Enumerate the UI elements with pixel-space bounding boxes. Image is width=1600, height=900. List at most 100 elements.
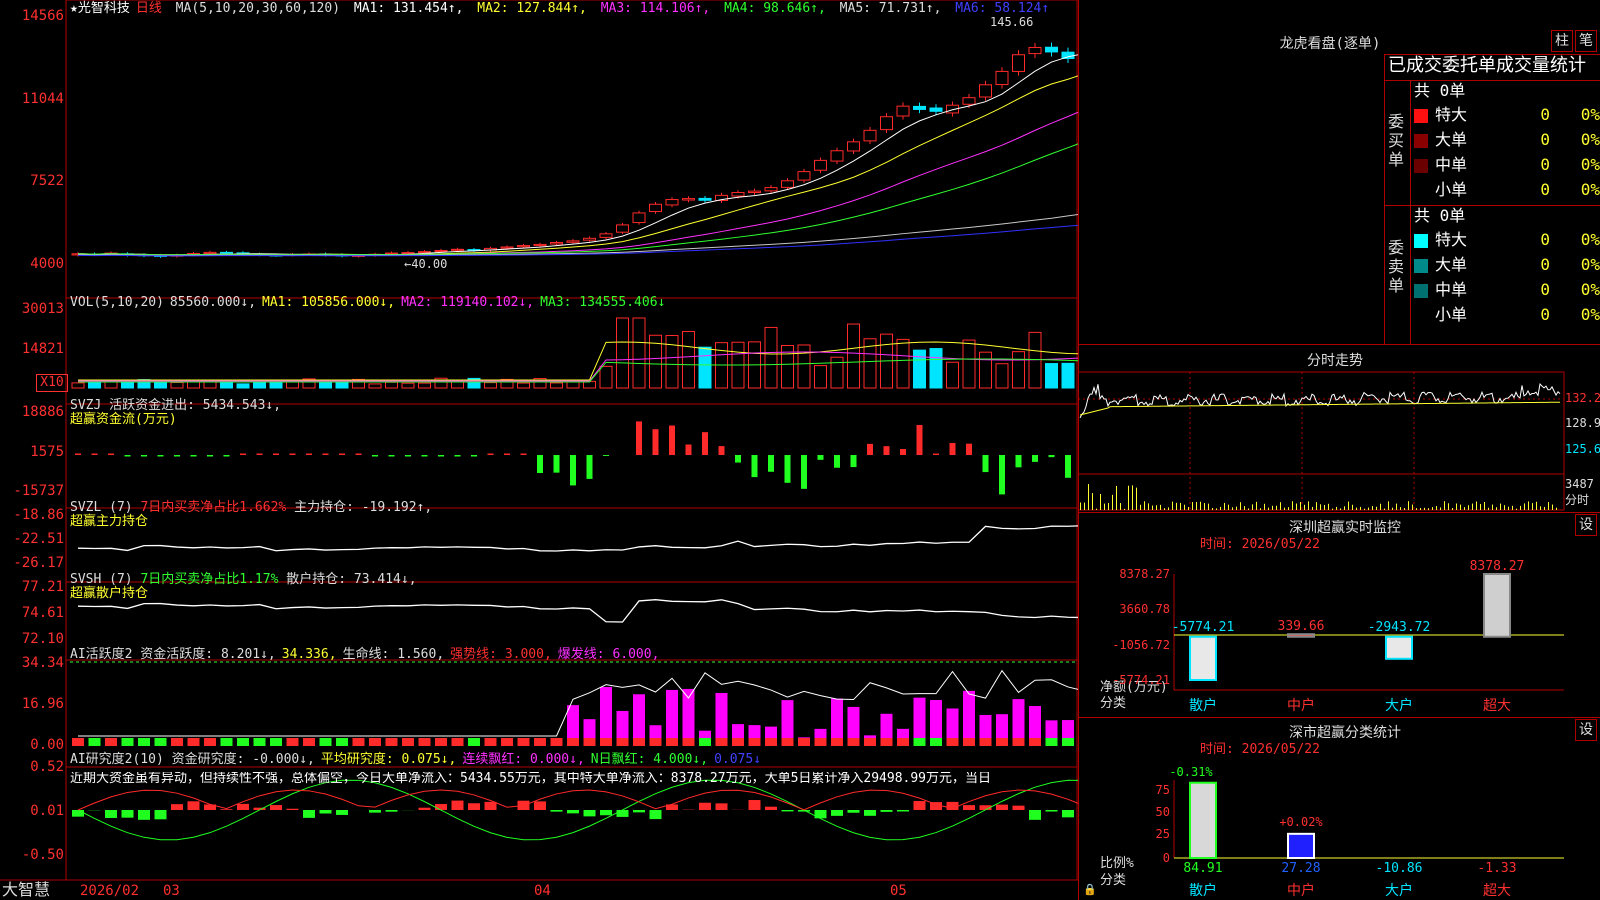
intraday-vol-unit: 分时 [1565,493,1590,507]
volume-bar [698,346,712,389]
svsh-value: 散户持仓: 73.414↓, [278,572,417,587]
svzj-bar [784,455,791,483]
svzl-subtitle: 超赢主力持仓 [70,514,149,529]
ai1-base-bar [897,738,909,746]
ai2-bar [765,806,777,810]
ai1-bar [616,710,629,738]
ai1-bar [880,713,893,738]
candle-body [599,233,613,238]
ai1-base-bar [765,738,777,746]
volume-bar [665,335,679,389]
ai1-bar [567,705,579,738]
candle-body [863,129,877,142]
ai1-base-bar [435,738,447,746]
panel-border [65,507,1078,583]
buy-row-count: 0 [1540,105,1550,124]
candle-body [896,105,910,117]
volume-bar [814,365,827,389]
lhb-side-border [1410,80,1411,344]
buy-total: 共 0单 [1414,81,1466,100]
candle-body [500,246,514,249]
volume-bar [385,381,398,389]
cls-settings-button[interactable]: 设 [1575,719,1597,741]
stock-name[interactable]: ★光智科技 [70,1,130,16]
ai1-bar [831,698,843,738]
ai1-base-bar [583,738,596,746]
ai2-title: AI研究度2(10) 资金研究度: -0.000↓, [70,752,315,767]
svzj-bar [405,455,411,457]
buy-side-label: 委买单 [1388,112,1405,169]
ai2-bar [121,810,134,818]
ai2-bar [1012,805,1025,810]
monitor-settings-button[interactable]: 设 [1575,514,1597,536]
cls-cat-label: 分类 [1100,873,1127,888]
ai1-base-bar [616,738,629,746]
volume-bar [830,356,844,389]
period-label[interactable]: 日线 [136,1,162,16]
ai1-base-bar [336,738,348,746]
ai1-base-bar [88,738,101,746]
y-tick-svzl-0: -18.86 [13,507,64,523]
candle-body [566,240,580,243]
ai2-bar [418,807,431,810]
ai2-bar [633,810,645,813]
ai1-base-bar [1045,738,1058,746]
svzj-bar [1065,455,1071,478]
ai1-bar [897,728,909,738]
candle-body [1028,46,1042,55]
cls-unit: 比例% [1100,856,1134,871]
svzj-bar [355,453,362,455]
ai2-bar [105,810,117,818]
ai1-base-bar [204,738,216,746]
svzj-bar [949,442,956,455]
ai1-bar [732,724,744,738]
ai1-base-bar [600,738,612,746]
ai1-bar [600,686,612,738]
svzj-bar [207,455,213,457]
sell-xl-swatch [1414,234,1428,248]
ai2-line-red [77,789,1078,811]
vol-unit-badge: X10 [36,374,68,392]
ai2-bar [963,805,975,810]
volume-bar [1061,362,1075,389]
column-mode-button[interactable]: 柱 [1551,30,1573,52]
buy-xl-swatch [1414,109,1428,123]
volume-bar [368,383,382,389]
svzj-bar [586,455,593,479]
candle-body [995,70,1009,86]
candle-body [517,245,530,248]
ai2-bar [831,810,843,816]
ai2-bar [550,810,563,812]
right-panel-divider [1078,0,1079,900]
sell-row-label: 小单 [1435,305,1468,324]
tick-mode-button[interactable]: 笔 [1575,30,1597,52]
ai1-bar [699,730,711,738]
ai2-n-red: N日飘红: 4.000↓, [590,752,709,767]
volume-bar [797,344,811,389]
svzj-bar [834,455,840,468]
cls-top-border [1078,717,1600,718]
ai1-base-bar [303,738,315,746]
brand-logo[interactable]: 大智慧 [2,882,50,898]
candle-body [847,141,860,152]
intraday-top-border [1078,344,1600,345]
svzj-header: SVZJ 活跃资金进出: 5434.543↓, [70,398,282,413]
ai2-bar [154,810,167,820]
ai1-base-bar [270,738,282,746]
svzj-bar [751,455,758,478]
volume-bar [764,326,778,389]
ai1-header: AI活跃度2 资金活跃度: 8.201↓, 34.336, 生命线: 1.560, 强… [70,648,665,661]
ai2-bar [220,809,233,810]
ai2-bar [451,800,464,810]
ai1-base-bar [220,738,233,746]
svzj-bar [999,455,1005,495]
ai1-base-bar [171,738,183,746]
volume-bar [896,338,910,389]
y-tick-ai2-2: -0.50 [21,847,64,863]
volume-bar [962,339,976,389]
svzj-bar [1015,455,1022,468]
svzl-line [77,525,1078,552]
y-tick-ai2-1: 0.01 [30,803,64,819]
svsh-line [77,599,1078,623]
ai2-bar [270,805,282,810]
